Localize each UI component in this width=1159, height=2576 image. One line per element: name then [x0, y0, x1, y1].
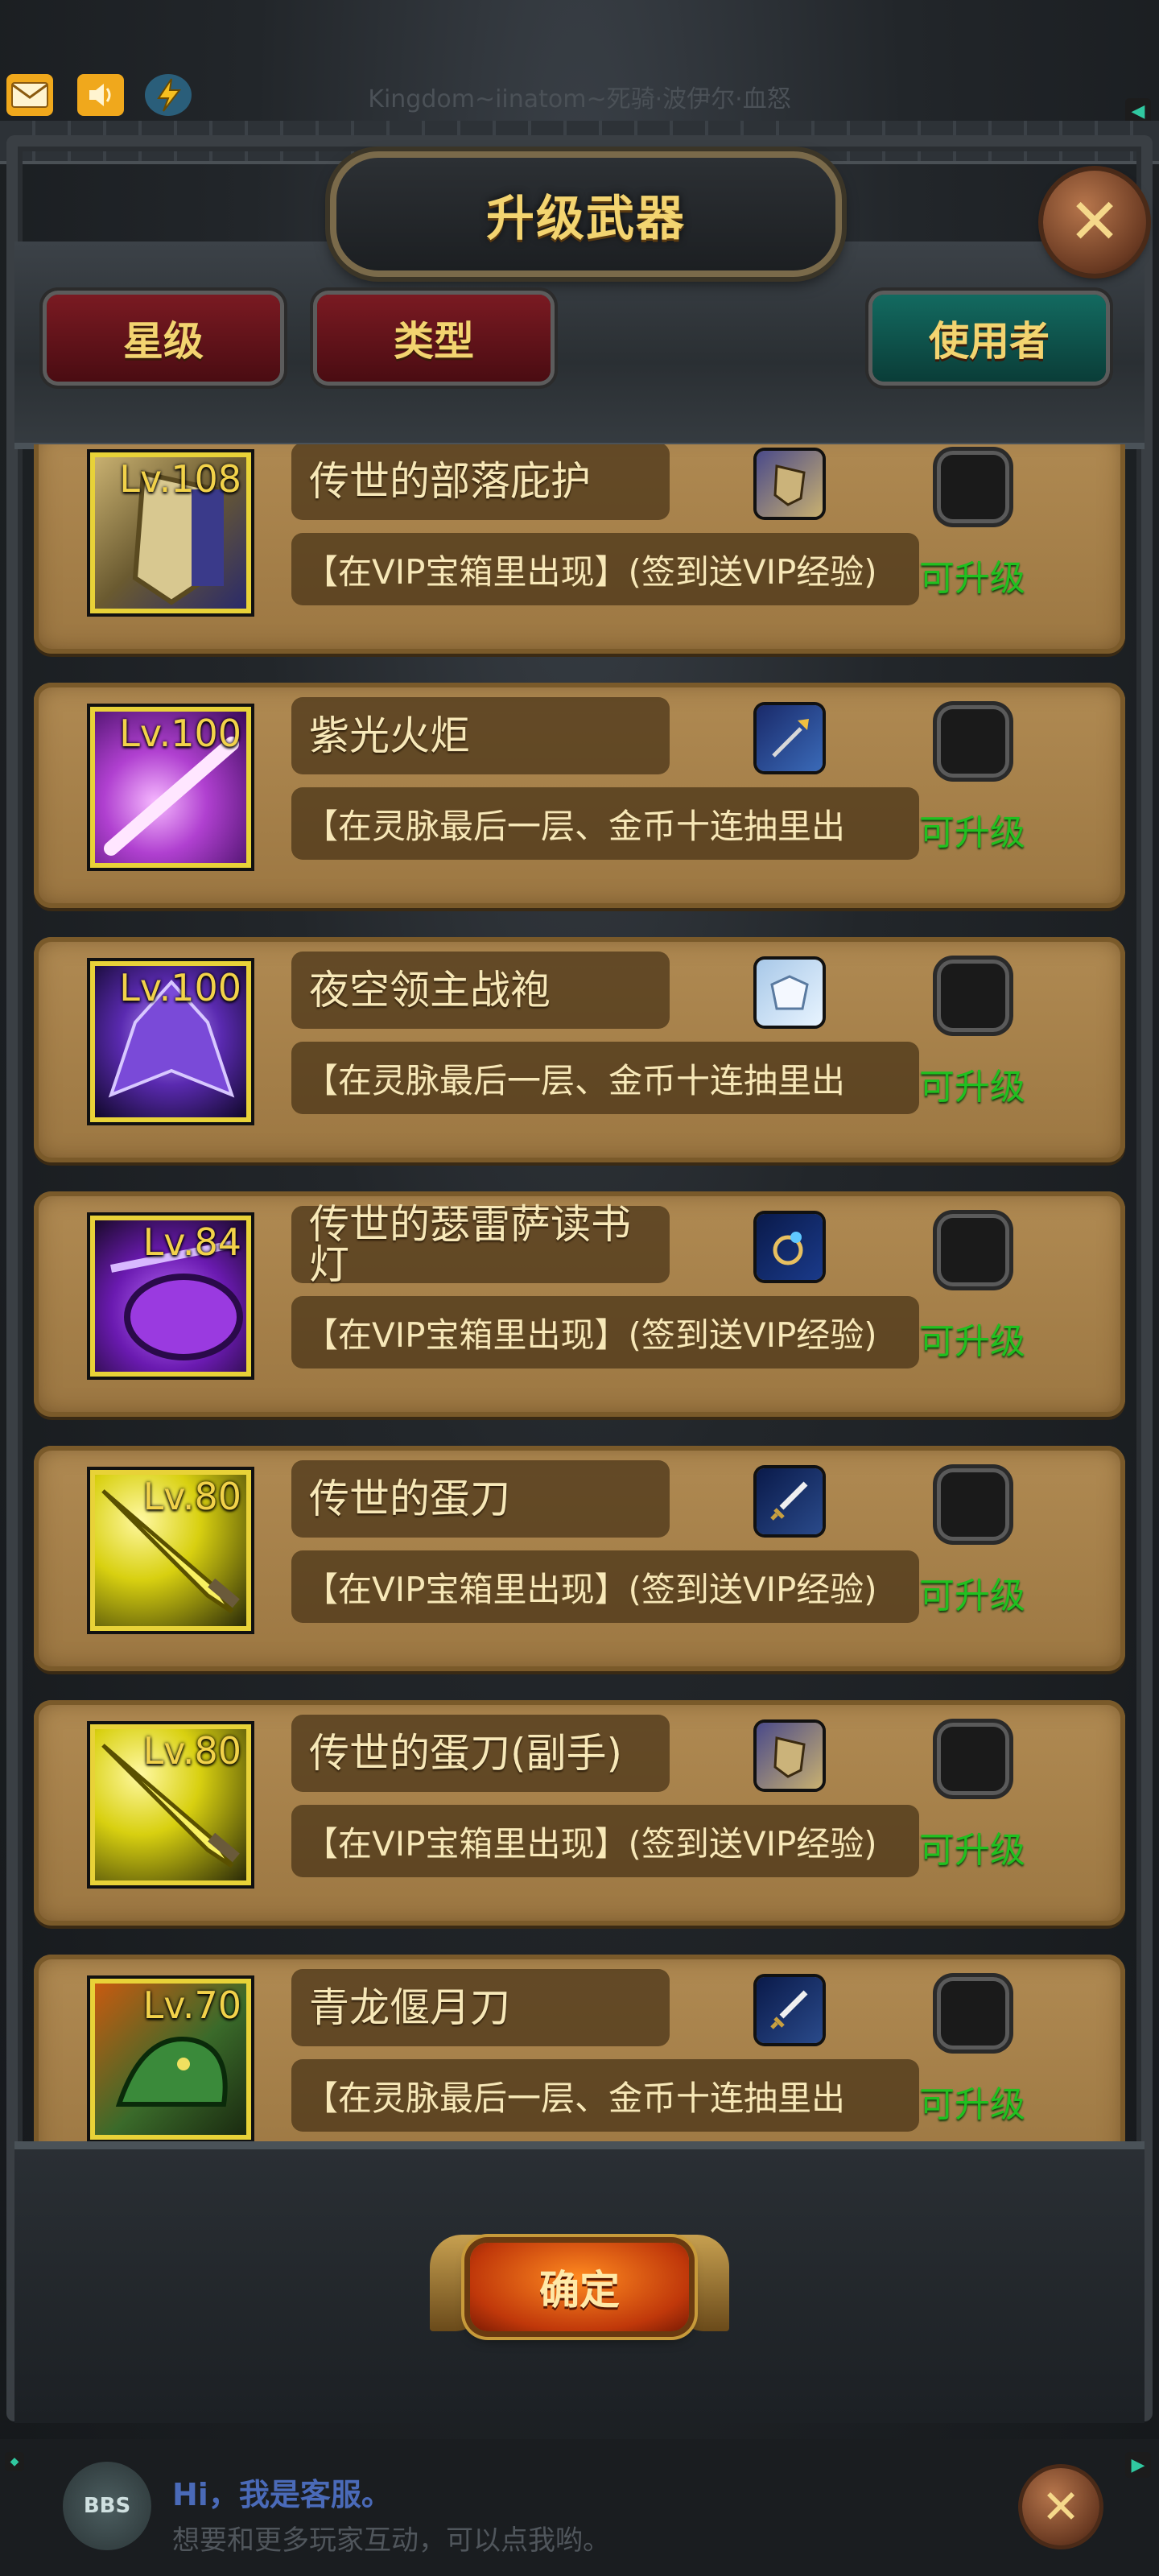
bbs-logo-text: BBS: [83, 2494, 131, 2518]
upgradable-status: 可升级: [919, 1321, 1025, 1362]
item-source-plate: 【在灵脉最后一层、金币十连抽里出: [291, 787, 919, 860]
upgradable-status: 可升级: [919, 1575, 1025, 1616]
item-name-plate: 传世的蛋刀: [291, 1460, 670, 1538]
list-item[interactable]: Lv.108 传世的部落庇护 【在VIP宝箱里出现】(签到送VIP经验) 可升级: [34, 444, 1125, 654]
filter-user-button[interactable]: 使用者: [872, 295, 1106, 382]
item-name: 传世的部落庇护: [309, 458, 591, 505]
item-level: Lv.84: [142, 1220, 241, 1264]
item-name-plate: 夜空领主战袍: [291, 952, 670, 1029]
item-source-plate: 【在VIP宝箱里出现】(签到送VIP经验): [291, 1550, 919, 1623]
item-thumbnail: Lv.100: [90, 961, 251, 1122]
list-item[interactable]: Lv.80 传世的蛋刀(副手) 【在VIP宝箱里出现】(签到送VIP经验) 可升…: [34, 1700, 1125, 1926]
item-source-plate: 【在灵脉最后一层、金币十连抽里出: [291, 2059, 919, 2132]
item-source-plate: 【在VIP宝箱里出现】(签到送VIP经验): [291, 1805, 919, 1877]
item-thumbnail: Lv.100: [90, 707, 251, 868]
confirm-button[interactable]: 确定: [470, 2243, 689, 2331]
page-title: 升级武器: [486, 190, 686, 247]
list-item[interactable]: Lv.84 传世的瑟雷萨读书灯 【在VIP宝箱里出现】(签到送VIP经验) 可升…: [34, 1191, 1125, 1417]
item-source: 【在灵脉最后一层、金币十连抽里出: [304, 2078, 846, 2118]
item-level: Lv.108: [119, 457, 241, 501]
item-checkbox[interactable]: [937, 451, 1009, 523]
item-name-plate: 青龙偃月刀: [291, 1969, 670, 2046]
item-source: 【在VIP宝箱里出现】(签到送VIP经验): [304, 1315, 877, 1355]
arrow-right-icon[interactable]: ▶: [1125, 2452, 1151, 2478]
item-level: Lv.100: [119, 712, 241, 755]
upgradable-status: 可升级: [919, 812, 1025, 853]
upgradable-status: 可升级: [919, 2084, 1025, 2125]
item-thumbnail: Lv.84: [90, 1216, 251, 1377]
item-checkbox[interactable]: [937, 1723, 1009, 1795]
server-title: Kingdom~iinatom~死骑·波伊尔·血怒: [368, 85, 791, 114]
item-thumbnail: Lv.80: [90, 1470, 251, 1631]
spear-icon: [757, 705, 823, 771]
item-checkbox[interactable]: [937, 1468, 1009, 1541]
item-name-plate: 传世的部落庇护: [291, 444, 670, 520]
filter-star-label: 星级: [123, 318, 204, 365]
sword-icon: [757, 1468, 823, 1534]
list-item[interactable]: Lv.100 紫光火炬 【在灵脉最后一层、金币十连抽里出 可升级: [34, 683, 1125, 908]
bbs-subtitle[interactable]: 想要和更多玩家互动，可以点我哟。: [172, 2518, 610, 2557]
item-level: Lv.80: [142, 1475, 241, 1518]
title-plate: 升级武器: [330, 151, 842, 277]
item-name: 青龙偃月刀: [309, 1984, 510, 2031]
filter-type-button[interactable]: 类型: [317, 295, 551, 382]
shield-icon: [757, 1723, 823, 1789]
item-name: 夜空领主战袍: [309, 967, 551, 1013]
item-level: Lv.70: [142, 1984, 241, 2027]
upgradable-status: 可升级: [919, 1830, 1025, 1871]
filter-star-button[interactable]: 星级: [47, 295, 280, 382]
item-source: 【在VIP宝箱里出现】(签到送VIP经验): [304, 551, 877, 592]
shield-icon: [757, 451, 823, 517]
close-button[interactable]: ✕: [1043, 171, 1146, 274]
close-icon: ✕: [1068, 186, 1121, 258]
item-name-plate: 传世的蛋刀(副手): [291, 1715, 670, 1792]
item-checkbox[interactable]: [937, 1977, 1009, 2050]
list-item[interactable]: Lv.70 青龙偃月刀 【在灵脉最后一层、金币十连抽里出 可升级: [34, 1955, 1125, 2151]
item-name-plate: 传世的瑟雷萨读书灯: [291, 1201, 670, 1288]
item-thumbnail: Lv.80: [90, 1724, 251, 1885]
item-source: 【在VIP宝箱里出现】(签到送VIP经验): [304, 1823, 877, 1864]
bbs-close-button[interactable]: ✕: [1022, 2468, 1099, 2545]
item-name: 传世的蛋刀: [309, 1476, 510, 1522]
equipment-list[interactable]: Lv.108 传世的部落庇护 【在VIP宝箱里出现】(签到送VIP经验) 可升级…: [24, 444, 1135, 2151]
arrow-small-left-icon[interactable]: ◆: [5, 2452, 24, 2471]
item-thumbnail: Lv.108: [90, 452, 251, 613]
item-thumbnail: Lv.70: [90, 1979, 251, 2140]
list-item[interactable]: Lv.100 夜空领主战袍 【在灵脉最后一层、金币十连抽里出 可升级: [34, 937, 1125, 1162]
item-checkbox[interactable]: [937, 705, 1009, 778]
item-name-plate: 紫光火炬: [291, 697, 670, 774]
item-checkbox[interactable]: [937, 1214, 1009, 1286]
item-source-plate: 【在VIP宝箱里出现】(签到送VIP经验): [291, 1296, 919, 1368]
item-source-plate: 【在VIP宝箱里出现】(签到送VIP经验): [291, 533, 919, 605]
item-source: 【在VIP宝箱里出现】(签到送VIP经验): [304, 1569, 877, 1609]
close-icon: ✕: [1041, 2479, 1081, 2534]
sword-icon: [757, 1977, 823, 2043]
item-source: 【在灵脉最后一层、金币十连抽里出: [304, 806, 846, 846]
item-name: 传世的瑟雷萨读书灯: [309, 1201, 631, 1288]
item-level: Lv.100: [119, 966, 241, 1009]
item-checkbox[interactable]: [937, 960, 1009, 1032]
item-source: 【在灵脉最后一层、金币十连抽里出: [304, 1060, 846, 1100]
upgradable-status: 可升级: [919, 1067, 1025, 1108]
confirm-label: 确定: [539, 2267, 620, 2314]
item-source-plate: 【在灵脉最后一层、金币十连抽里出: [291, 1042, 919, 1114]
filter-type-label: 类型: [394, 318, 474, 365]
bbs-greeting[interactable]: Hi，我是客服。: [172, 2470, 392, 2514]
list-item[interactable]: Lv.80 传世的蛋刀 【在VIP宝箱里出现】(签到送VIP经验) 可升级: [34, 1446, 1125, 1671]
filter-user-label: 使用者: [929, 318, 1050, 365]
item-name: 紫光火炬: [309, 712, 470, 759]
ring-icon: [757, 1214, 823, 1280]
upgradable-status: 可升级: [919, 558, 1025, 599]
bbs-logo[interactable]: BBS: [63, 2462, 151, 2550]
armor-icon: [757, 960, 823, 1026]
item-level: Lv.80: [142, 1729, 241, 1773]
item-name: 传世的蛋刀(副手): [309, 1730, 623, 1777]
